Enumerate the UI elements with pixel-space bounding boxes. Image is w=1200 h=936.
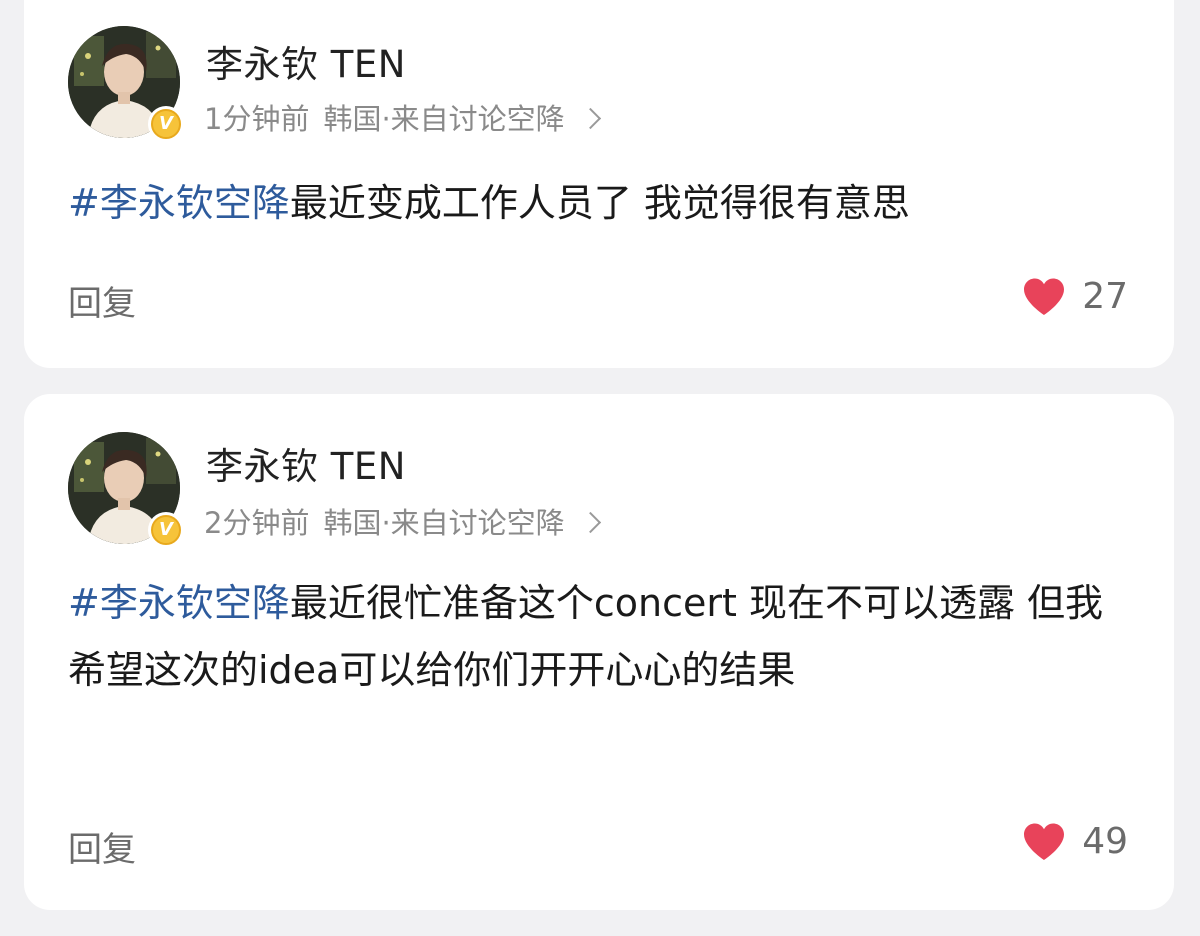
post-text: 最近变成工作人员了 我觉得很有意思 bbox=[289, 181, 910, 225]
chevron-right-icon bbox=[579, 107, 601, 129]
like-button[interactable]: 27 bbox=[1022, 276, 1128, 317]
verified-badge-icon: V bbox=[148, 512, 184, 548]
like-count: 49 bbox=[1082, 821, 1128, 862]
like-count: 27 bbox=[1082, 276, 1128, 317]
post-location: 韩国·来自讨论空降 bbox=[323, 506, 565, 540]
post-location: 韩国·来自讨论空降 bbox=[323, 102, 565, 136]
comment-card: V 李永钦 TEN 2分钟前 韩国·来自讨论空降 #李永钦空降最近很忙准备这个c… bbox=[24, 394, 1174, 910]
post-content: #李永钦空降最近很忙准备这个concert 现在不可以透露 但我希望这次的ide… bbox=[68, 570, 1114, 704]
post-time: 2分钟前 bbox=[204, 506, 310, 540]
reply-button[interactable]: 回复 bbox=[68, 822, 136, 871]
like-button[interactable]: 49 bbox=[1022, 821, 1128, 862]
comment-card: V 李永钦 TEN 1分钟前 韩国·来自讨论空降 #李永钦空降最近变成工作人员了… bbox=[24, 0, 1174, 368]
post-meta[interactable]: 2分钟前 韩国·来自讨论空降 bbox=[204, 500, 601, 542]
avatar-wrap[interactable]: V bbox=[68, 26, 184, 142]
username[interactable]: 李永钦 TEN bbox=[206, 34, 406, 88]
heart-icon bbox=[1024, 823, 1065, 860]
heart-icon bbox=[1024, 278, 1065, 315]
post-meta[interactable]: 1分钟前 韩国·来自讨论空降 bbox=[204, 96, 601, 138]
post-content: #李永钦空降最近变成工作人员了 我觉得很有意思 bbox=[68, 170, 1114, 237]
verified-badge-icon: V bbox=[148, 106, 184, 142]
hashtag-link[interactable]: #李永钦空降 bbox=[68, 581, 290, 625]
avatar-wrap[interactable]: V bbox=[68, 432, 184, 548]
post-time: 1分钟前 bbox=[204, 102, 310, 136]
chevron-right-icon bbox=[579, 511, 601, 533]
username[interactable]: 李永钦 TEN bbox=[206, 436, 406, 490]
hashtag-link[interactable]: #李永钦空降 bbox=[68, 181, 290, 225]
reply-button[interactable]: 回复 bbox=[68, 276, 136, 325]
